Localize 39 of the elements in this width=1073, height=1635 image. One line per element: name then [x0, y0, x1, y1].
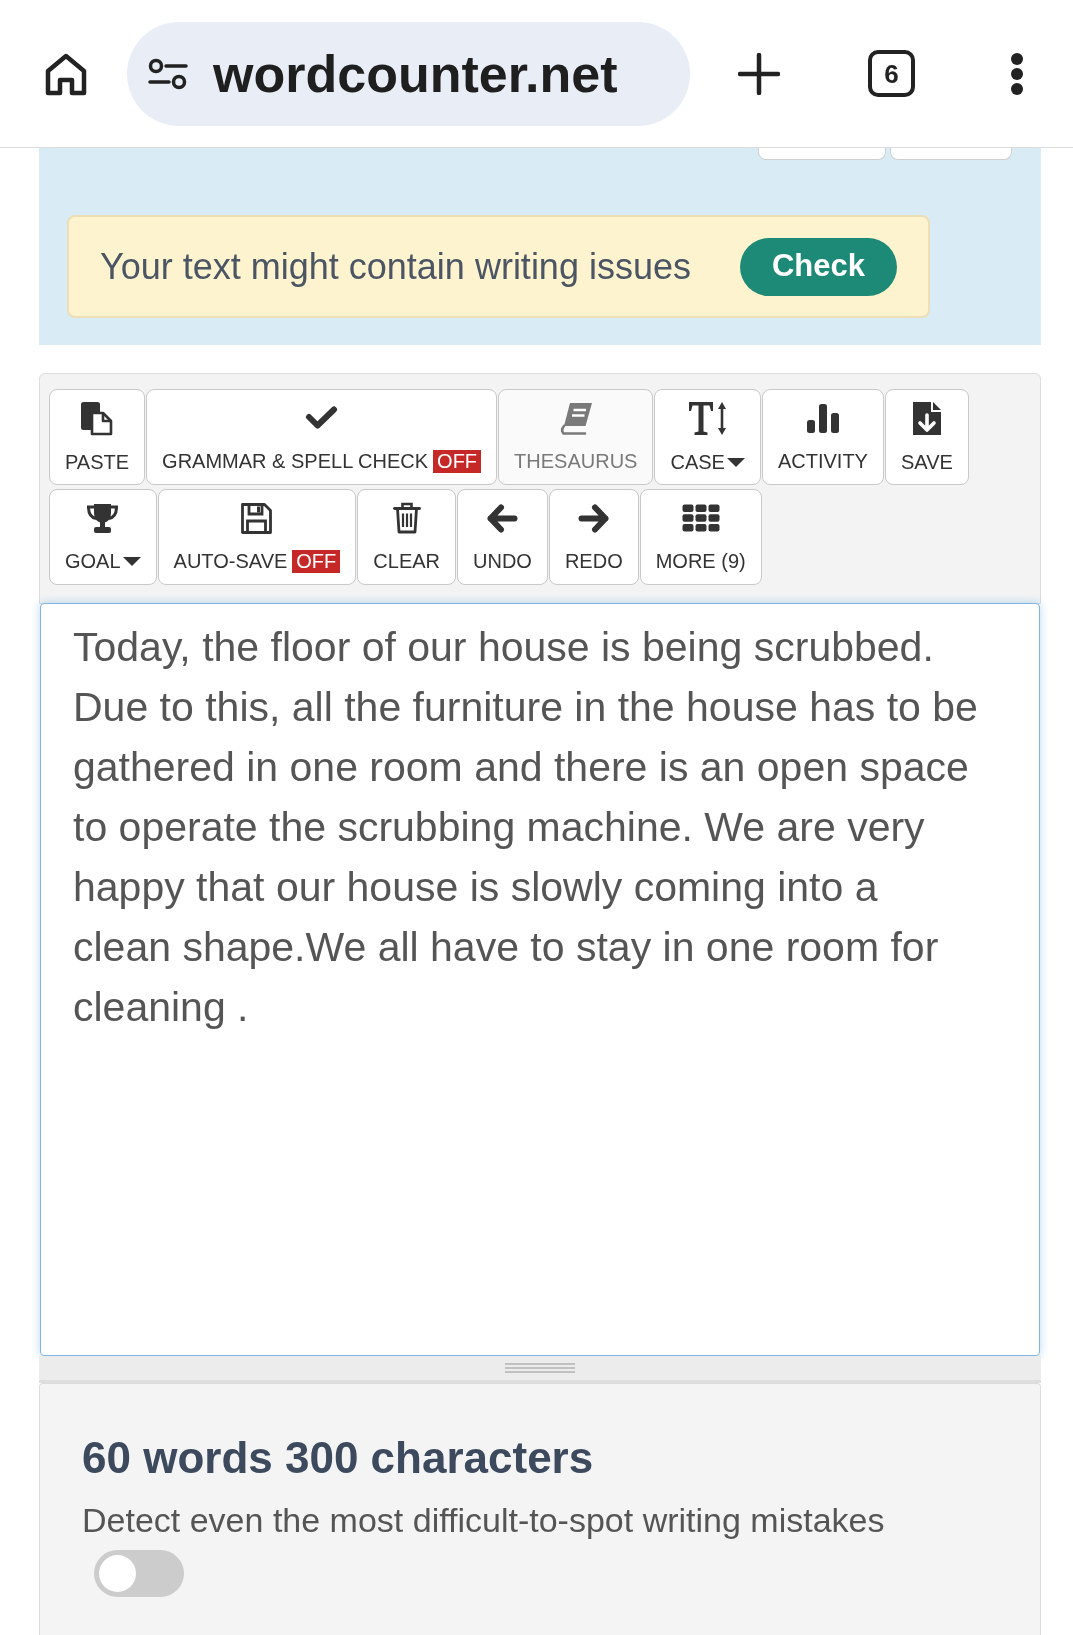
- resize-grip-icon[interactable]: [505, 1363, 575, 1373]
- toolbar-button[interactable]: MORE (9): [639, 489, 762, 585]
- status-badge: OFF: [433, 449, 482, 473]
- trash-icon: [392, 502, 421, 534]
- cut-off-button[interactable]: [758, 148, 886, 160]
- checkmark-icon: [305, 406, 339, 430]
- cut-off-button[interactable]: [890, 148, 1012, 160]
- home-icon[interactable]: [44, 51, 88, 96]
- trophy-icon: [86, 502, 120, 534]
- status-badge: OFF: [292, 549, 341, 573]
- check-button[interactable]: Check: [740, 237, 897, 296]
- toggle-description: Detect even the most difficult-to-spot writing mistakes: [82, 1500, 885, 1541]
- banner-message: Your text might contain writing issues: [100, 244, 691, 289]
- resize-bar[interactable]: [39, 1356, 1041, 1383]
- toolbar-button[interactable]: SAVE: [884, 389, 969, 485]
- word-count-heading: 60 words 300 characters: [82, 1432, 594, 1484]
- tab-count-button[interactable]: 6: [868, 50, 915, 97]
- toolbar-button[interactable]: UNDO: [457, 489, 548, 585]
- arrow-left-icon: [486, 503, 518, 533]
- file-download-icon: [911, 401, 942, 436]
- toolbar-button[interactable]: CLEAR: [357, 489, 456, 585]
- arrow-right-icon: [578, 503, 610, 533]
- bar-chart-icon: [805, 403, 840, 433]
- book-icon: [558, 401, 593, 435]
- toolbar-button[interactable]: GOAL: [49, 489, 157, 585]
- tune-icon[interactable]: [148, 57, 188, 90]
- toolbar-button[interactable]: CASE: [654, 389, 761, 485]
- grid-icon: [681, 504, 720, 532]
- toolbar-button[interactable]: REDO: [548, 489, 639, 585]
- toggle-switch[interactable]: [94, 1550, 184, 1597]
- plus-icon[interactable]: [738, 52, 780, 95]
- text-height-icon: [687, 401, 728, 436]
- toolbar-button[interactable]: AUTO-SAVE OFF: [157, 489, 357, 585]
- text-editor[interactable]: Today, the floor of our house is being scrubbed. Due to this, all the furniture in the house has to be gathered in one room and there is an open space to operate the scrubbing machine. We are very happy that our house is slowly coming into a clean shape.We all have to stay in one room for cleaning .: [40, 603, 1040, 1356]
- toolbar-button[interactable]: PASTE: [49, 389, 146, 485]
- toolbar-button[interactable]: ACTIVITY: [761, 389, 884, 485]
- more-menu-icon[interactable]: [1010, 51, 1024, 96]
- address-bar[interactable]: wordcounter.net: [127, 21, 690, 126]
- toolbar-button[interactable]: GRAMMAR & SPELL CHECK OFF: [146, 389, 498, 485]
